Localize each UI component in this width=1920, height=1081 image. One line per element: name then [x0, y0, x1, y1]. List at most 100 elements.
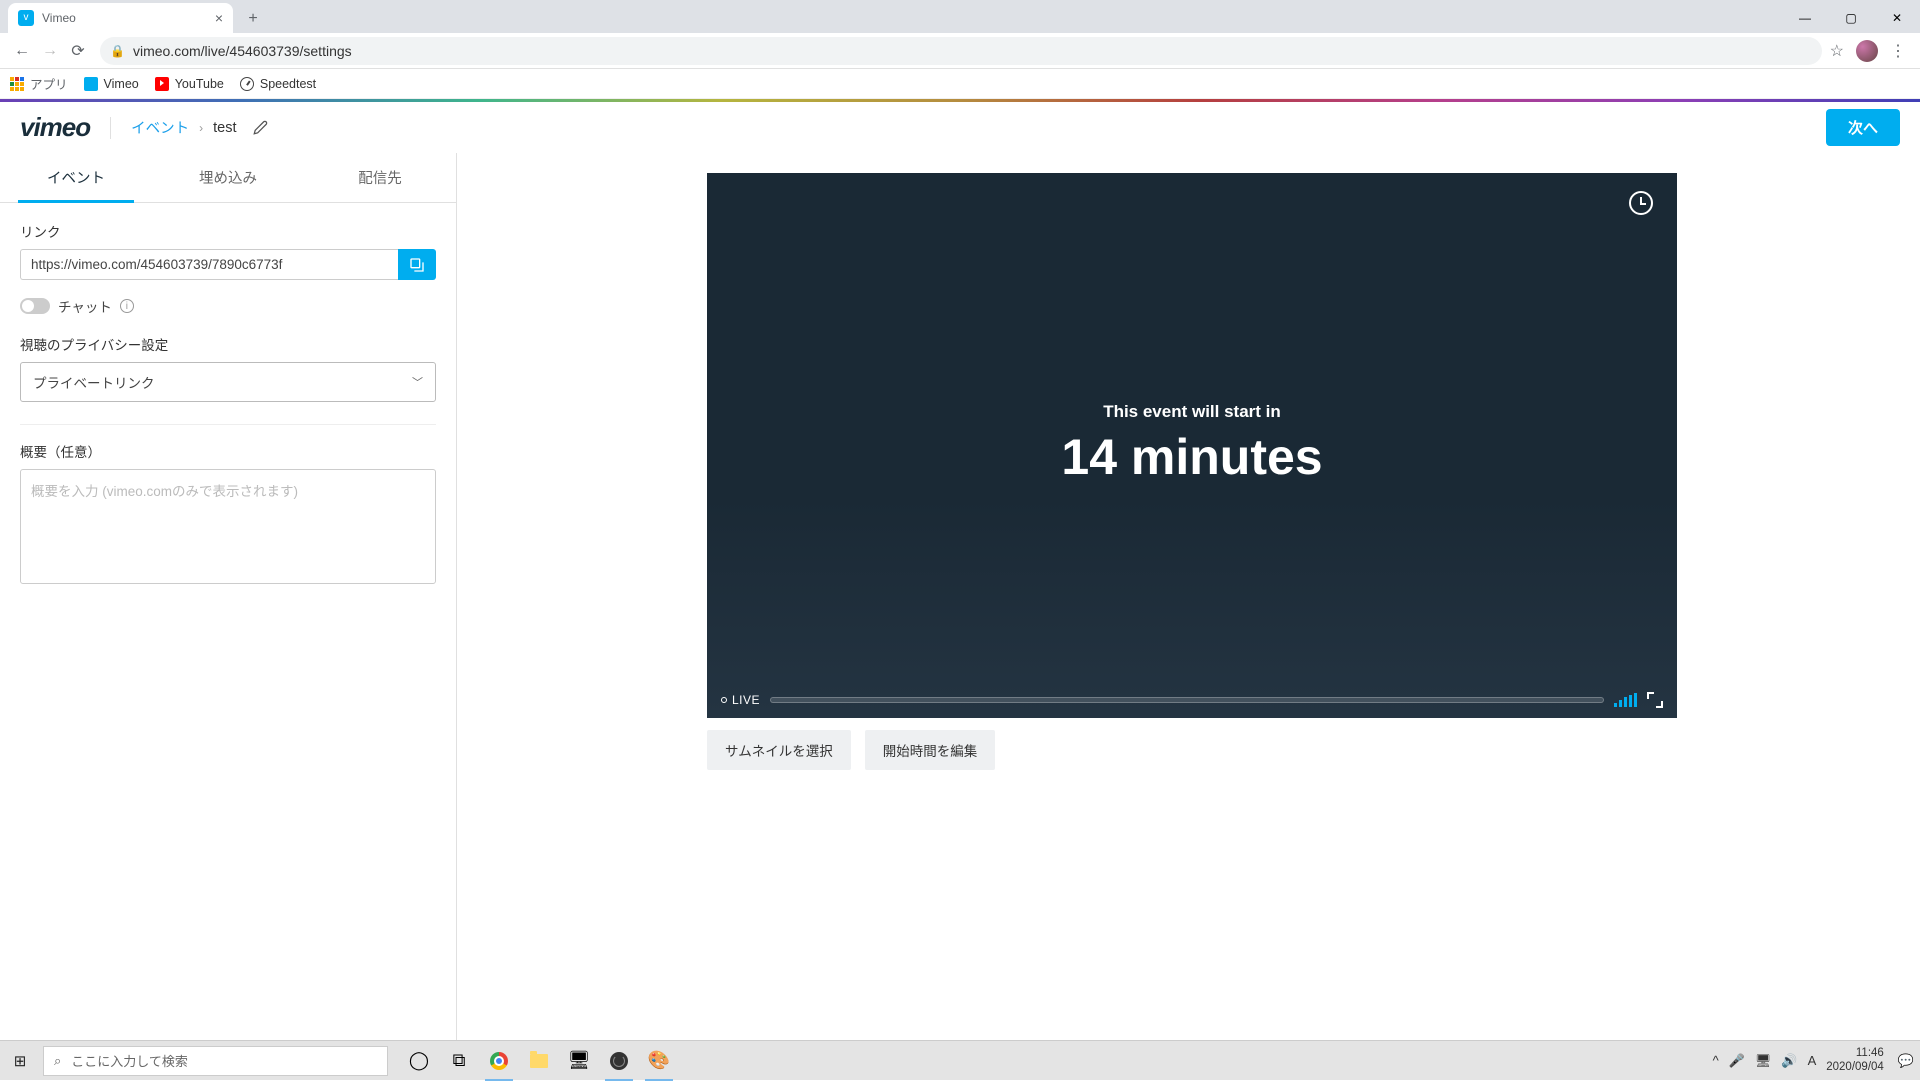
- settings-tabs: イベント 埋め込み 配信先: [0, 153, 456, 203]
- bookmark-star-icon[interactable]: ☆: [1830, 41, 1844, 61]
- settings-sidebar: イベント 埋め込み 配信先 リンク チャット i 視聴のプライバシー設定 プライ…: [0, 153, 457, 1040]
- address-bar[interactable]: 🔒 vimeo.com/live/454603739/settings: [100, 37, 1822, 65]
- tab-embed[interactable]: 埋め込み: [152, 153, 304, 202]
- forward-button[interactable]: →: [36, 37, 64, 65]
- chat-row: チャット i: [20, 296, 436, 316]
- chrome-taskbar-icon[interactable]: [482, 1041, 516, 1081]
- player-control-bar: LIVE: [707, 682, 1677, 718]
- apps-label: アプリ: [30, 74, 68, 93]
- taskbar-search[interactable]: ⌕ ここに入力して検索: [43, 1046, 388, 1076]
- settings-panel: リンク チャット i 視聴のプライバシー設定 プライベートリンク ﹀ 概要（任意…: [0, 203, 456, 607]
- info-icon[interactable]: i: [120, 299, 134, 313]
- chrome-menu-icon[interactable]: ⋮: [1890, 41, 1906, 61]
- ime-indicator[interactable]: A: [1808, 1053, 1817, 1068]
- chat-toggle[interactable]: [20, 298, 50, 314]
- system-tray: ^ 🎤 🖥 🔊 A 11:46 2020/09/04 💬: [1713, 1047, 1920, 1075]
- paint-taskbar-icon[interactable]: 🎨: [642, 1041, 676, 1081]
- speedtest-icon: [240, 77, 254, 91]
- link-label: リンク: [20, 221, 436, 241]
- vimeo-icon: [84, 77, 98, 91]
- select-thumbnail-button[interactable]: サムネイルを選択: [707, 730, 851, 770]
- back-button[interactable]: ←: [8, 37, 36, 65]
- description-label: 概要（任意）: [20, 441, 436, 461]
- link-input[interactable]: [20, 249, 398, 280]
- video-player[interactable]: This event will start in 14 minutes LIVE: [707, 173, 1677, 718]
- copy-link-button[interactable]: [398, 249, 436, 280]
- chat-label: チャット: [58, 296, 112, 316]
- explorer-taskbar-icon[interactable]: [522, 1041, 556, 1081]
- next-button[interactable]: 次へ: [1826, 109, 1900, 146]
- countdown-time: 14 minutes: [707, 428, 1677, 486]
- close-tab-icon[interactable]: ×: [215, 10, 223, 26]
- search-placeholder: ここに入力して検索: [71, 1051, 188, 1070]
- clock-icon: [1629, 191, 1653, 215]
- tab-title: Vimeo: [42, 11, 76, 25]
- vimeo-favicon-icon: v: [18, 10, 34, 26]
- app-taskbar-icon[interactable]: 🖥: [562, 1041, 596, 1081]
- breadcrumb: イベント › test: [131, 117, 270, 138]
- tray-clock[interactable]: 11:46 2020/09/04: [1826, 1047, 1888, 1075]
- live-indicator: LIVE: [721, 693, 760, 707]
- tab-event[interactable]: イベント: [0, 153, 152, 202]
- link-row: [20, 249, 436, 280]
- tray-chevron-icon[interactable]: ^: [1713, 1053, 1719, 1068]
- chrome-tab-strip: v Vimeo × + — ▢ ✕: [0, 0, 1920, 33]
- window-controls: — ▢ ✕: [1782, 3, 1920, 33]
- chevron-down-icon: ﹀: [412, 374, 423, 390]
- reload-button[interactable]: ⟳: [64, 37, 92, 65]
- privacy-label: 視聴のプライバシー設定: [20, 334, 436, 354]
- search-icon: ⌕: [54, 1053, 61, 1069]
- content-area: This event will start in 14 minutes LIVE…: [457, 153, 1920, 1040]
- countdown: This event will start in 14 minutes: [707, 402, 1677, 486]
- chevron-right-icon: ›: [199, 121, 203, 135]
- bookmark-label: Speedtest: [260, 77, 316, 91]
- bookmarks-bar: アプリ Vimeo YouTube Speedtest: [0, 69, 1920, 99]
- maximize-button[interactable]: ▢: [1828, 3, 1874, 33]
- edit-icon[interactable]: [251, 118, 271, 138]
- tab-destinations[interactable]: 配信先: [304, 153, 456, 202]
- minimize-button[interactable]: —: [1782, 3, 1828, 33]
- vimeo-logo[interactable]: vimeo: [20, 112, 90, 143]
- countdown-message: This event will start in: [707, 402, 1677, 422]
- breadcrumb-current: test: [213, 120, 236, 136]
- divider: [110, 117, 111, 139]
- edit-starttime-button[interactable]: 開始時間を編集: [865, 730, 996, 770]
- microphone-icon[interactable]: 🎤: [1729, 1053, 1745, 1069]
- tray-time: 11:46: [1826, 1047, 1884, 1061]
- lock-icon: 🔒: [110, 44, 125, 58]
- close-window-button[interactable]: ✕: [1874, 3, 1920, 33]
- volume-icon[interactable]: 🔊: [1781, 1053, 1797, 1069]
- display-icon[interactable]: 🖥: [1755, 1053, 1772, 1069]
- description-textarea[interactable]: [20, 469, 436, 584]
- browser-tab[interactable]: v Vimeo ×: [8, 3, 233, 33]
- youtube-icon: [155, 77, 169, 91]
- apps-shortcut[interactable]: アプリ: [10, 74, 68, 93]
- privacy-value: プライベートリンク: [33, 372, 155, 392]
- breadcrumb-root[interactable]: イベント: [131, 117, 189, 138]
- notifications-icon[interactable]: 💬: [1898, 1053, 1914, 1069]
- taskview-icon[interactable]: ⧉: [442, 1041, 476, 1081]
- cortana-icon[interactable]: ◯: [402, 1041, 436, 1081]
- bookmark-speedtest[interactable]: Speedtest: [240, 77, 316, 91]
- signal-icon: [1614, 693, 1637, 707]
- fullscreen-icon[interactable]: [1647, 692, 1663, 708]
- bookmark-label: YouTube: [175, 77, 224, 91]
- divider: [20, 424, 436, 425]
- bookmark-youtube[interactable]: YouTube: [155, 77, 224, 91]
- profile-avatar[interactable]: [1856, 40, 1878, 62]
- privacy-select[interactable]: プライベートリンク ﹀: [20, 362, 436, 402]
- url-text: vimeo.com/live/454603739/settings: [133, 43, 352, 59]
- main-layout: イベント 埋め込み 配信先 リンク チャット i 視聴のプライバシー設定 プライ…: [0, 153, 1920, 1040]
- start-button[interactable]: ⊞: [0, 1041, 40, 1081]
- obs-taskbar-icon[interactable]: [602, 1041, 636, 1081]
- taskbar-apps: ◯ ⧉ 🖥 🎨: [402, 1041, 676, 1081]
- bookmark-label: Vimeo: [104, 77, 139, 91]
- new-tab-button[interactable]: +: [239, 5, 267, 33]
- apps-grid-icon: [10, 77, 24, 91]
- progress-bar[interactable]: [770, 697, 1604, 703]
- player-buttons-row: サムネイルを選択 開始時間を編集: [707, 730, 1920, 770]
- bookmark-vimeo[interactable]: Vimeo: [84, 77, 139, 91]
- live-dot-icon: [721, 697, 727, 703]
- address-bar-row: ← → ⟳ 🔒 vimeo.com/live/454603739/setting…: [0, 33, 1920, 69]
- tray-date: 2020/09/04: [1826, 1061, 1884, 1075]
